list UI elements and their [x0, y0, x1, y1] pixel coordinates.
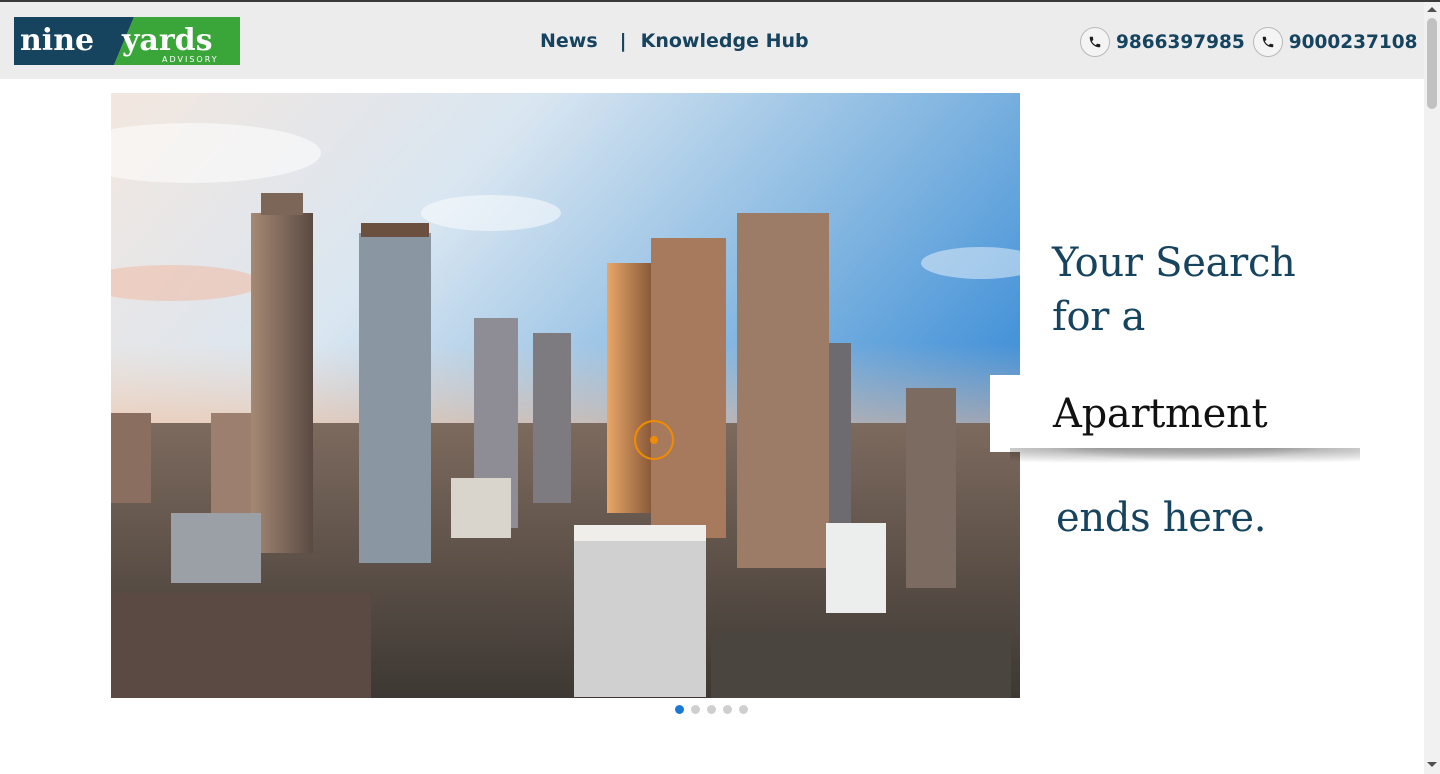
carousel-dots [675, 705, 748, 714]
site-header: nine yards ADVISORY News | Knowledge Hub… [0, 2, 1424, 79]
site-logo[interactable]: nine yards ADVISORY [14, 17, 240, 65]
svg-text:ADVISORY: ADVISORY [162, 55, 219, 64]
logo-graphic: nine yards ADVISORY [14, 17, 240, 65]
svg-text:nine: nine [20, 23, 94, 58]
scroll-thumb[interactable] [1427, 18, 1437, 109]
phone-contacts: 9866397985 9000237108 [1080, 26, 1417, 58]
phone-icon [1252, 27, 1283, 57]
tagline-line-1: Your Search [1052, 240, 1296, 286]
tagline-line-2: for a [1052, 294, 1146, 340]
nav-separator: | [619, 30, 627, 52]
page-scrollbar[interactable] [1424, 2, 1440, 774]
tagline-tail: ends here. [1056, 495, 1267, 541]
scroll-up-icon[interactable] [1427, 7, 1437, 12]
phone-icon [1080, 27, 1110, 57]
highlight-shadow [1010, 448, 1360, 466]
phone-link-2[interactable]: 9000237108 [1252, 27, 1418, 57]
main-nav: News | Knowledge Hub [540, 28, 809, 54]
carousel-dot-4[interactable] [723, 705, 732, 714]
phone-number-1: 9866397985 [1116, 31, 1245, 53]
carousel-dot-5[interactable] [739, 705, 748, 714]
carousel-dot-2[interactable] [691, 705, 700, 714]
nav-news[interactable]: News [540, 30, 598, 52]
carousel-dot-1[interactable] [675, 705, 684, 714]
phone-number-2: 9000237108 [1288, 31, 1418, 53]
hero-tagline: Your Search for a [1052, 236, 1296, 344]
svg-text:yards: yards [121, 23, 213, 58]
scroll-down-icon[interactable] [1427, 762, 1437, 767]
phone-link-1[interactable]: 9866397985 [1080, 27, 1245, 57]
nav-knowledge-hub[interactable]: Knowledge Hub [641, 30, 809, 52]
hero-image [111, 93, 1020, 698]
highlight-word: Apartment [1053, 391, 1268, 437]
carousel-dot-3[interactable] [707, 705, 716, 714]
